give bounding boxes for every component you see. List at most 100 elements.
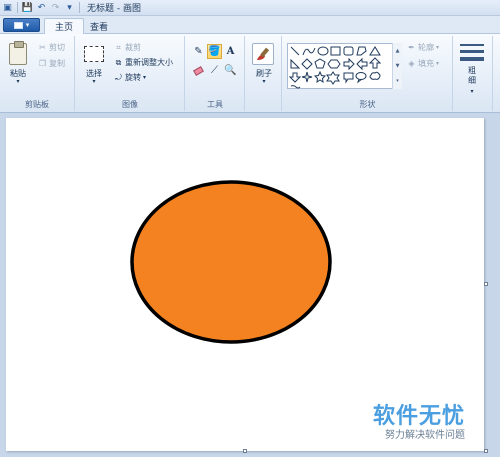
size-label: 粗 细 (458, 66, 486, 86)
crop-button[interactable]: ⌗ 裁剪 (114, 42, 141, 53)
cut-label: 剪切 (49, 43, 65, 52)
ribbon-tabs: ▾ 主页 查看 (0, 16, 500, 34)
shapes-gallery-scroller[interactable]: ▲ ▼ ▾ (392, 43, 402, 89)
arrow-right-shape-icon (343, 57, 355, 71)
chevron-down-icon: ▾ (25, 21, 30, 29)
window-title: 无标题 - 画图 (87, 4, 141, 14)
oval-shape-icon (317, 46, 329, 56)
canvas-resize-handle-right[interactable] (484, 282, 488, 286)
arrow-down-shape-icon (288, 72, 302, 83)
customize-quick-access-icon[interactable]: ▾ (64, 2, 75, 13)
resize-icon: ⧉ (115, 57, 122, 67)
cut-button[interactable]: ✂ 剪切 (38, 42, 65, 53)
shapes-gallery-icons (288, 46, 382, 89)
quick-access-divider (17, 2, 18, 13)
crop-icon: ⌗ (116, 42, 121, 52)
outline-button[interactable]: ✒ 轮廓 ▾ (407, 42, 439, 53)
text-tool-icon[interactable]: A (223, 44, 238, 59)
paste-chevron-down-icon: ▾ (16, 78, 20, 85)
rotate-icon: ⤾ (115, 72, 122, 82)
brushes-group: 刷子 ▾ (246, 36, 282, 111)
line-width-icon (460, 44, 484, 64)
resize-label: 重新调整大小 (125, 58, 173, 67)
canvas-resize-handle-bottom[interactable] (243, 449, 247, 453)
select-chevron-down-icon: ▾ (92, 78, 96, 85)
diamond-shape-icon (301, 58, 313, 70)
callout-rect-icon (343, 72, 354, 84)
size-label-line1: 粗 (468, 66, 476, 75)
fill-icon: ◈ (408, 59, 415, 68)
four-point-star-icon (301, 71, 313, 83)
right-triangle-shape-icon (290, 58, 301, 69)
resize-button[interactable]: ⧉ 重新调整大小 (114, 57, 173, 68)
drawing-canvas[interactable]: 软件无忧 努力解决软件问题 (6, 118, 484, 451)
fill-chevron-down-icon: ▾ (436, 60, 440, 67)
shapes-gallery[interactable] (287, 43, 402, 89)
curve-shape-icon (302, 47, 316, 56)
rounded-rectangle-shape-icon (343, 46, 354, 56)
shapes-group: ▲ ▼ ▾ ✒ 轮廓 ▾ ◈ 填充 ▾ 形状 (283, 36, 453, 111)
pentagon-shape-icon (314, 58, 326, 69)
arrow-left-shape-icon (356, 57, 368, 71)
gallery-more-icon[interactable]: ▾ (396, 78, 399, 84)
rotate-chevron-down-icon: ▾ (143, 74, 147, 81)
tab-view[interactable]: 查看 (80, 18, 118, 34)
paint-app-icon[interactable]: ▣ (2, 2, 13, 13)
watermark-sub: 努力解决软件问题 (385, 430, 465, 441)
size-chevron-down-icon: ▾ (470, 88, 474, 95)
six-point-star-icon (326, 71, 340, 85)
menu-icon (13, 21, 23, 29)
redo-icon[interactable]: ↷ (50, 2, 61, 13)
workspace: 软件无忧 努力解决软件问题 (0, 113, 500, 457)
crop-label: 裁剪 (125, 43, 141, 52)
image-group-label: 图像 (122, 100, 138, 109)
watermark-main: 软件无忧 (372, 404, 465, 429)
canvas-drawing (130, 180, 332, 344)
brush-glyph (257, 47, 270, 60)
select-rect-icon (84, 46, 104, 62)
triangle-shape-icon (369, 46, 381, 56)
copy-button[interactable]: ❐ 复制 (38, 58, 65, 69)
clipboard-icon (9, 41, 27, 65)
gallery-up-icon[interactable]: ▲ (396, 48, 400, 54)
paint-menu-button[interactable]: ▾ (3, 18, 40, 32)
outline-label: 轮廓 (418, 43, 434, 52)
brushes-chevron-down-icon: ▾ (262, 78, 266, 85)
canvas-resize-handle-corner[interactable] (484, 449, 488, 453)
fill-bucket-icon[interactable]: 🪣 (207, 44, 222, 59)
line-shape-icon (290, 46, 300, 56)
brush-icon (252, 43, 274, 65)
orange-ellipse[interactable] (130, 180, 332, 344)
save-icon[interactable]: 💾 (22, 2, 33, 13)
rectangle-shape-icon (330, 46, 341, 56)
arrow-up-shape-icon (368, 57, 382, 69)
clipboard-group-label: 剪贴板 (25, 100, 49, 109)
outline-chevron-down-icon: ▾ (436, 44, 440, 51)
shapes-group-label: 形状 (359, 100, 376, 109)
fill-button[interactable]: ◈ 填充 ▾ (407, 58, 439, 69)
outline-icon: ✒ (408, 43, 415, 52)
title-divider (79, 2, 80, 13)
ribbon-divider (492, 36, 493, 111)
copy-icon: ❐ (38, 59, 47, 68)
image-group: 选择 ▾ ⌗ 裁剪 ⧉ 重新调整大小 ⤾ 旋转 ▾ 图像 (76, 36, 185, 111)
gallery-down-icon[interactable]: ▼ (396, 63, 400, 69)
pencil-icon[interactable]: ✎ (191, 44, 206, 59)
magnifier-icon[interactable]: 🔍 (223, 63, 238, 78)
title-bar: ▣ 💾 ↶ ↷ ▾ 无标题 - 画图 (0, 0, 500, 16)
ribbon: 粘贴 ▾ ✂ 剪切 ❐ 复制 剪贴板 选择 ▾ ⌗ 裁剪 ⧉ 重新调整大小 ⤾ … (0, 34, 500, 113)
heart-shape-icon (290, 85, 301, 89)
scissors-icon: ✂ (39, 43, 46, 52)
tab-home[interactable]: 主页 (44, 18, 85, 34)
rotate-label: 旋转 (125, 73, 141, 82)
watermark: 软件无忧 努力解决软件问题 (373, 405, 465, 442)
clipboard-group: 粘贴 ▾ ✂ 剪切 ❐ 复制 剪贴板 (0, 36, 75, 111)
five-point-star-icon (313, 70, 327, 84)
callout-cloud-icon (369, 71, 381, 80)
rotate-button[interactable]: ⤾ 旋转 ▾ (114, 72, 146, 83)
undo-icon[interactable]: ↶ (36, 2, 47, 13)
hexagon-shape-icon (327, 59, 341, 69)
eraser-icon[interactable] (191, 63, 206, 78)
color-picker-icon[interactable]: ⟋ (207, 63, 222, 78)
polygon-shape-icon (356, 46, 367, 56)
